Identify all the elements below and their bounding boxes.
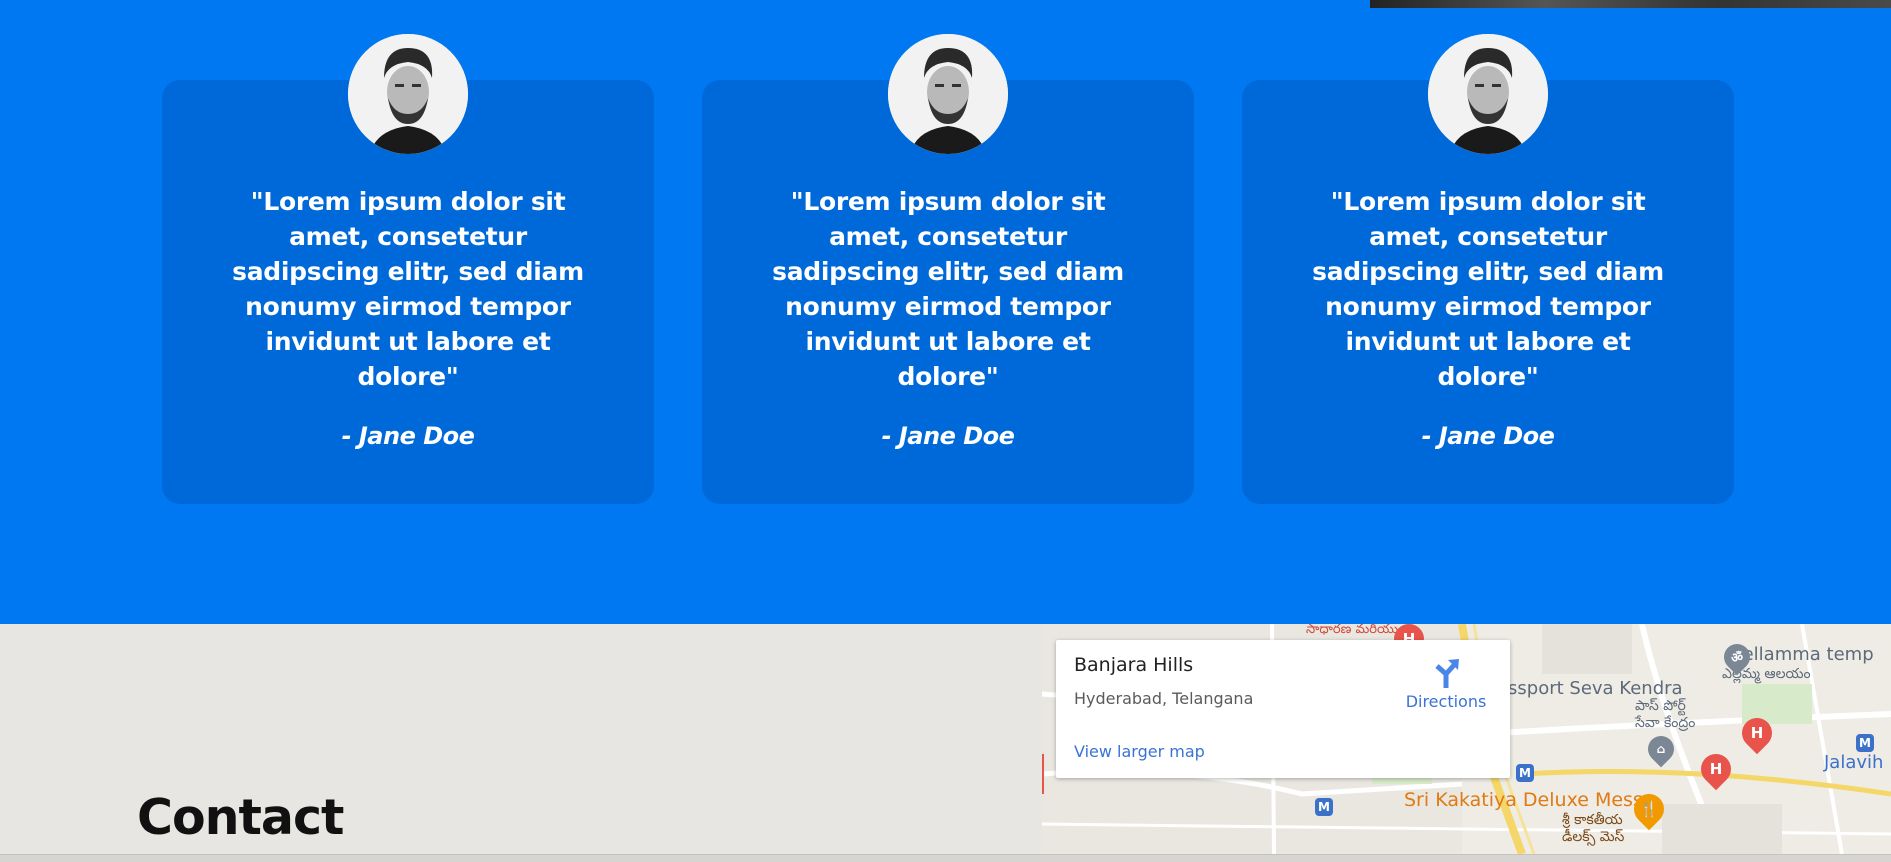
testimonials-section: "Lorem ipsum dolor sit amet, consetetur …	[0, 0, 1891, 624]
testimonial-quote: "Lorem ipsum dolor sit amet, consetetur …	[232, 187, 584, 391]
avatar	[888, 34, 1008, 154]
avatar-image	[888, 34, 1008, 154]
hospital-pin-icon[interactable]: H	[1735, 711, 1779, 755]
view-larger-map-link[interactable]: View larger map	[1074, 742, 1205, 761]
map-label-mess-telugu: శ్రీ కాకతీయ డీలక్స్ మెస్	[1562, 812, 1625, 845]
contact-section: Contact	[0, 624, 1042, 854]
map-label-yellamma-temple[interactable]: Yellamma temp	[1734, 644, 1874, 665]
testimonial-author: - Jane Doe	[1421, 422, 1555, 450]
testimonial-card: "Lorem ipsum dolor sit amet, consetetur …	[162, 34, 654, 504]
testimonial-card: "Lorem ipsum dolor sit amet, consetetur …	[702, 34, 1194, 504]
building-icon: ⌂	[1656, 742, 1666, 756]
avatar	[348, 34, 468, 154]
directions-button[interactable]: Directions	[1396, 656, 1496, 711]
temple-pin-icon[interactable]: ॐ	[1718, 638, 1756, 676]
map-label-passport-telugu: పాస్ పోర్ట్ సేవా కేంద్రం	[1635, 698, 1696, 731]
hospital-pin-glyph: H	[1709, 760, 1723, 778]
page-bottom-edge	[0, 854, 1891, 862]
metro-station-icon[interactable]: M	[1516, 764, 1534, 782]
directions-label: Directions	[1405, 692, 1487, 711]
hospital-pin-glyph: H	[1750, 724, 1764, 742]
avatar-image	[348, 34, 468, 154]
metro-station-icon[interactable]: M	[1856, 734, 1874, 752]
place-address: Hyderabad, Telangana	[1074, 689, 1254, 708]
avatar	[1428, 34, 1548, 154]
avatar-image	[1428, 34, 1548, 154]
directions-icon	[1435, 659, 1459, 688]
restaurant-pin-icon[interactable]: 🍴	[1627, 787, 1671, 831]
metro-station-icon[interactable]: M	[1315, 798, 1333, 816]
testimonial-author: - Jane Doe	[881, 422, 1015, 450]
testimonial-quote: "Lorem ipsum dolor sit amet, consetetur …	[1312, 187, 1664, 391]
testimonial-card: "Lorem ipsum dolor sit amet, consetetur …	[1242, 34, 1734, 504]
map-label-passport-seva-kendra[interactable]: assport Seva Kendra	[1497, 678, 1683, 699]
fork-knife-icon: 🍴	[1639, 800, 1659, 818]
place-name: Banjara Hills	[1074, 654, 1194, 676]
testimonial-author: - Jane Doe	[341, 422, 475, 450]
embedded-map[interactable]: సాధారణ మరియు... assport Seva Kendra పాస్…	[1042, 624, 1891, 854]
map-place-card: Banjara Hills Hyderabad, Telangana View …	[1056, 640, 1510, 778]
testimonial-quote: "Lorem ipsum dolor sit amet, consetetur …	[772, 187, 1124, 391]
hospital-pin-icon[interactable]: H	[1694, 747, 1738, 791]
government-pin-icon[interactable]: ⌂	[1642, 730, 1680, 768]
om-icon: ॐ	[1731, 651, 1743, 666]
contact-title: Contact	[137, 789, 344, 846]
map-label-sri-kakatiya-deluxe-mess[interactable]: Sri Kakatiya Deluxe Mess	[1404, 789, 1643, 811]
map-label-jalavihar[interactable]: Jalavih	[1824, 752, 1883, 773]
header-image-strip	[1370, 0, 1891, 8]
